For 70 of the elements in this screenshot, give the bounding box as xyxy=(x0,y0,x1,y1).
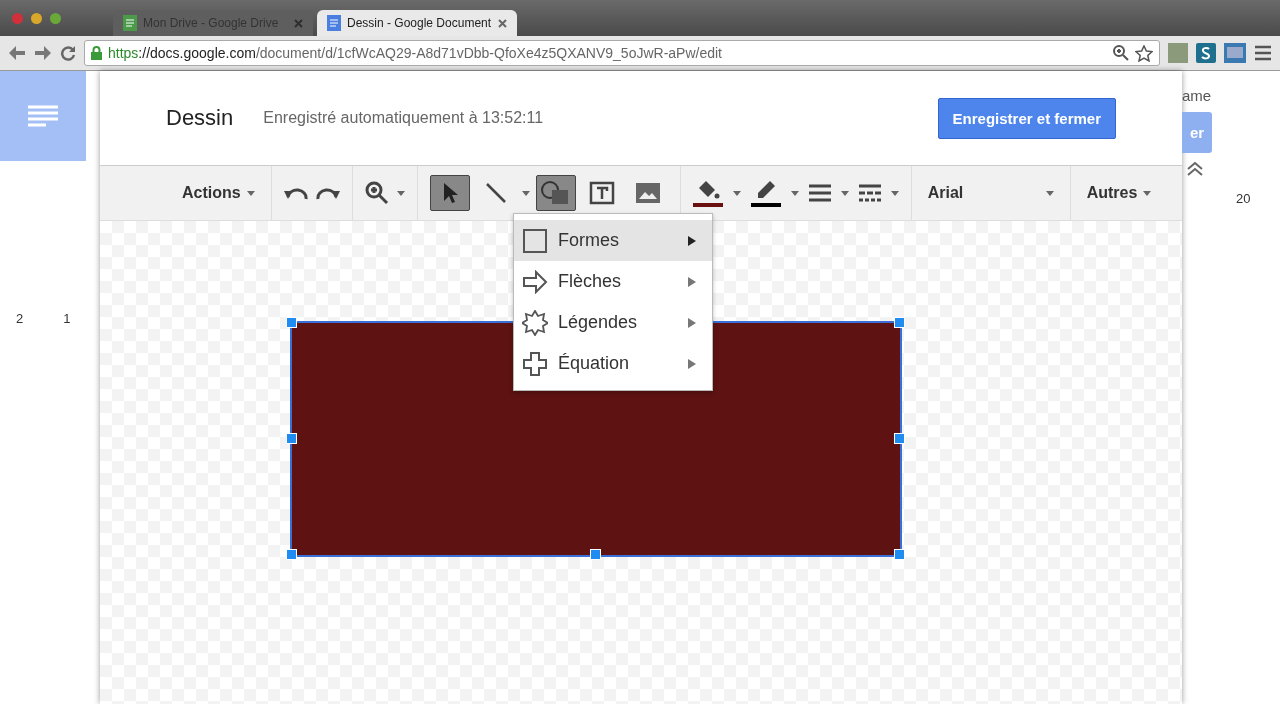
submenu-arrow-icon xyxy=(688,235,696,246)
ruler-number: 2 xyxy=(16,311,24,326)
resize-handle[interactable] xyxy=(286,317,297,328)
resize-handle[interactable] xyxy=(894,433,905,444)
url-text: https://docs.google.com/document/d/1cfWcAQ29-A8d71vDbb-QfoXe4z5QXANV9_5oJwR-aPw/edit xyxy=(108,45,723,61)
submenu-arrow-icon xyxy=(688,358,696,369)
menu-item[interactable]: Équation xyxy=(514,343,712,384)
submenu-arrow-icon xyxy=(688,317,696,328)
dialog-title: Dessin xyxy=(166,105,234,131)
extension-icon[interactable] xyxy=(1196,43,1216,63)
save-close-button[interactable]: Enregistrer et fermer xyxy=(937,97,1116,139)
line-icon xyxy=(484,182,507,204)
menu-item[interactable]: Formes xyxy=(514,220,712,261)
undo-icon[interactable] xyxy=(283,185,308,201)
caret-icon xyxy=(1045,190,1054,196)
menu-fragment: ame xyxy=(1182,87,1212,104)
fill-color-swatch xyxy=(692,203,723,207)
redo-icon[interactable] xyxy=(315,185,340,201)
image-icon xyxy=(634,182,661,204)
arrow-icon xyxy=(522,269,548,294)
line-color-button[interactable] xyxy=(750,179,781,207)
lock-icon xyxy=(91,46,102,60)
resize-handle[interactable] xyxy=(894,317,905,328)
caret-icon xyxy=(1143,190,1152,196)
resize-handle[interactable] xyxy=(286,549,297,560)
resize-handle[interactable] xyxy=(894,549,905,560)
resize-handle[interactable] xyxy=(590,549,601,560)
line-dash-icon[interactable] xyxy=(858,184,881,202)
shape-tool-button[interactable] xyxy=(535,175,576,211)
more-menu[interactable]: Autres xyxy=(1082,180,1156,206)
actions-menu[interactable]: Actions xyxy=(178,180,259,206)
fill-color-button[interactable] xyxy=(692,179,723,207)
reload-icon[interactable] xyxy=(60,45,76,61)
caret-icon xyxy=(521,190,530,196)
caret-icon xyxy=(732,190,741,196)
resize-handle[interactable] xyxy=(286,433,297,444)
save-status: Enregistré automatiquement à 13:52:11 xyxy=(263,109,545,127)
collapse-icon[interactable] xyxy=(1186,161,1204,177)
minimize-light[interactable] xyxy=(31,12,42,24)
back-icon[interactable] xyxy=(8,45,26,61)
menu-item[interactable]: Légendes xyxy=(514,302,712,343)
menu-icon[interactable] xyxy=(1254,45,1272,61)
document-icon xyxy=(327,15,341,31)
plus-icon xyxy=(522,350,548,377)
close-icon[interactable] xyxy=(498,18,507,28)
caret-icon xyxy=(246,190,255,196)
menu-icon xyxy=(28,105,58,127)
caret-icon xyxy=(840,190,849,196)
caret-icon xyxy=(396,190,405,196)
select-tool-button[interactable] xyxy=(429,175,470,211)
browser-tab[interactable]: Dessin - Google Document xyxy=(317,10,517,36)
square-icon xyxy=(522,227,548,254)
forward-icon[interactable] xyxy=(34,45,52,61)
ruler-number: 20 xyxy=(1236,191,1251,206)
zoom-icon[interactable] xyxy=(364,181,389,205)
font-dropdown[interactable]: Arial xyxy=(923,180,1058,206)
line-color-swatch xyxy=(750,203,781,207)
line-weight-icon[interactable] xyxy=(808,184,831,202)
submenu-arrow-icon xyxy=(688,276,696,287)
textbox-icon xyxy=(587,180,616,206)
address-field[interactable]: https://docs.google.com/document/d/1cfWcAQ29-A8d71vDbb-QfoXe4z5QXANV9_5oJwR-aPw/edit xyxy=(84,40,1160,66)
caret-icon xyxy=(890,190,899,196)
document-icon xyxy=(123,15,137,31)
zoom-light[interactable] xyxy=(50,12,61,24)
menu-item[interactable]: Flèches xyxy=(514,261,712,302)
burst-icon xyxy=(522,309,548,336)
zoom-icon[interactable] xyxy=(1113,45,1129,61)
ruler-number: 1 xyxy=(63,311,71,326)
caret-icon xyxy=(790,190,799,196)
star-icon[interactable] xyxy=(1135,44,1153,62)
